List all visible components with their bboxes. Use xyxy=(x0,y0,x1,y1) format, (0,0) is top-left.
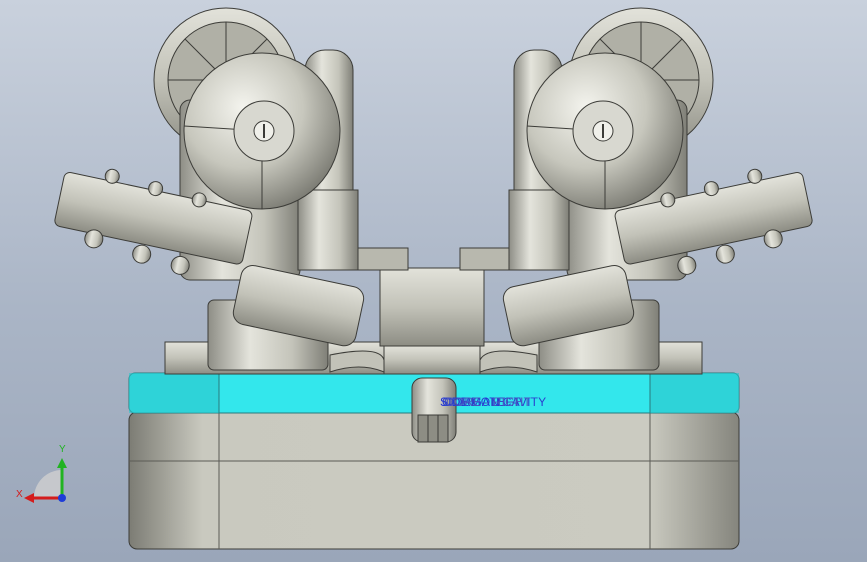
annotation-layer-4: CORE - RIGHT xyxy=(446,395,532,409)
sprue-bushing[interactable] xyxy=(411,377,457,443)
graphics-viewport[interactable]: SIDE GATE COMMON CAVITY CORE - LEFT CORE… xyxy=(0,0,867,562)
core-assembly-left[interactable] xyxy=(49,7,366,371)
cad-model[interactable] xyxy=(0,0,867,562)
axis-triad-icon xyxy=(24,458,67,503)
axis-label-y: Y xyxy=(59,444,66,455)
core-assembly-right[interactable] xyxy=(501,7,818,371)
axis-label-x: X xyxy=(16,489,23,500)
